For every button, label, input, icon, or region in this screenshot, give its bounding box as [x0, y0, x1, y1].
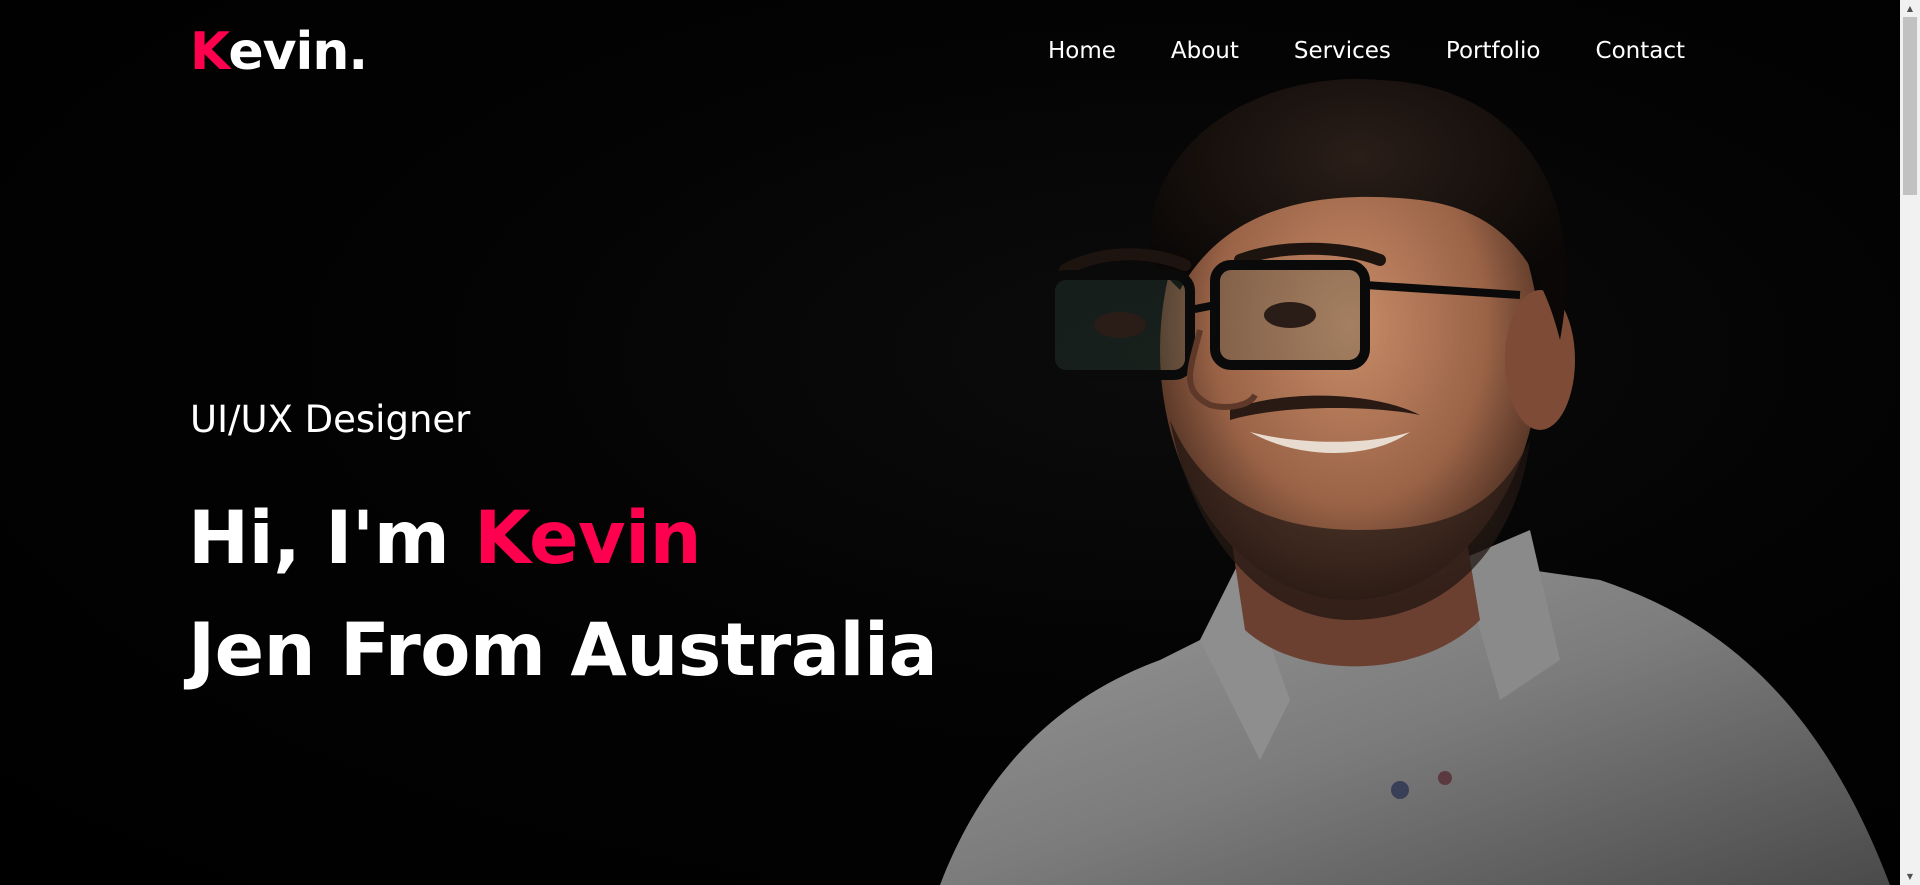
- site-logo[interactable]: Kevin.: [190, 18, 368, 86]
- hero-section: Kevin. Home About Services Portfolio Con…: [0, 0, 1900, 885]
- greeting-name: Kevin: [474, 496, 702, 581]
- nav-link-portfolio[interactable]: Portfolio: [1446, 34, 1541, 68]
- nav-link-services[interactable]: Services: [1294, 34, 1391, 68]
- page-scrollbar[interactable]: ▲ ▼: [1900, 0, 1920, 885]
- hero-headline: Hi, I'm Kevin Jen From Australia: [188, 483, 938, 707]
- role-subtitle: UI/UX Designer: [190, 398, 471, 441]
- profile-photo: [940, 79, 1890, 885]
- up-arrow-icon[interactable]: ▲: [1900, 0, 1920, 17]
- headline-line-two: Jen From Australia: [188, 608, 938, 693]
- greeting-prefix: Hi, I'm: [188, 496, 475, 581]
- nav-link-contact[interactable]: Contact: [1596, 34, 1685, 68]
- main-nav: Home About Services Portfolio Contact: [1048, 34, 1685, 68]
- down-arrow-icon[interactable]: ▼: [1900, 868, 1920, 885]
- page: Kevin. Home About Services Portfolio Con…: [0, 0, 1920, 885]
- nav-link-about[interactable]: About: [1171, 34, 1239, 68]
- logo-initial: K: [190, 22, 229, 82]
- nav-link-home[interactable]: Home: [1048, 34, 1116, 68]
- logo-text: evin.: [228, 22, 368, 82]
- scroll-thumb[interactable]: [1903, 17, 1917, 195]
